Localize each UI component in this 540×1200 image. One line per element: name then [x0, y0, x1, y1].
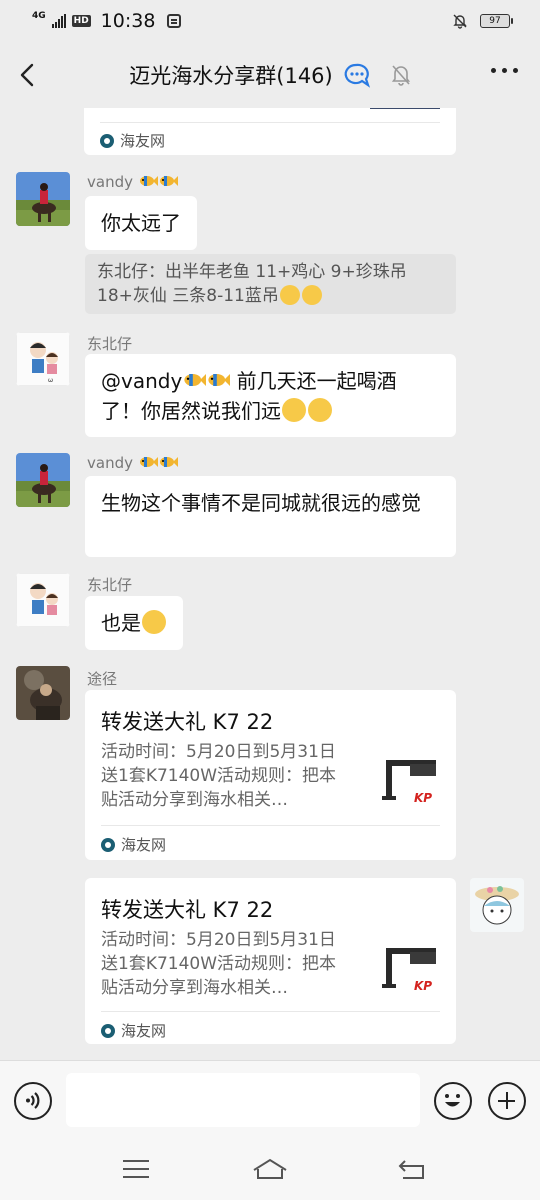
- message-bubble[interactable]: 也是: [85, 596, 183, 650]
- quoted-message[interactable]: 东北仔：出半年老鱼 11+鸡心 9+珍珠吊 18+灰仙 三条8-11蓝吊: [85, 254, 456, 314]
- sender-dongbeizai: 东北仔: [87, 576, 133, 594]
- message-line: @vandy 前几天还一起喝酒: [101, 366, 440, 396]
- laughing-tears-emoji-icon: [142, 610, 166, 634]
- lamp-product-thumbnail: KP: [376, 752, 442, 818]
- bell-off-status-icon: [453, 14, 467, 29]
- chat-messages[interactable]: 海友网 vandy 你太远了 东北仔：出半年老鱼 11+鸡心 9+珍珠吊 18+…: [0, 108, 540, 1060]
- sender-name: vandy: [87, 173, 178, 191]
- sender-dongbeizai: 东北仔: [87, 335, 133, 353]
- fish-emoji-icon: [139, 457, 158, 467]
- thinking-emoji-icon: [282, 398, 306, 422]
- message-text: 生物这个事情不是同城就很远的感觉: [101, 491, 421, 515]
- battery-level: 97: [489, 16, 501, 26]
- avatar-vandy[interactable]: [16, 172, 70, 226]
- source-logo-icon: [101, 1023, 115, 1038]
- sender-tujing: 途径: [87, 670, 118, 688]
- status-bar: 4G HD 10:38 97: [0, 0, 540, 42]
- chat-title: 迈光海水分享群(146): [129, 64, 333, 88]
- svg-text:ω: ω: [48, 377, 53, 384]
- avatar-self[interactable]: [470, 878, 524, 932]
- link-card-partial[interactable]: 海友网: [84, 108, 456, 155]
- card-source-label: 海友网: [120, 132, 166, 150]
- fish-emoji-icon: [159, 457, 178, 467]
- thinking-emoji-icon: [308, 398, 332, 422]
- mention: @vandy: [101, 369, 183, 393]
- lamp-product-thumbnail: KP: [376, 940, 442, 1006]
- message-text: 前几天还一起喝酒: [230, 369, 397, 393]
- fish-emoji-icon: [208, 374, 231, 386]
- svg-text:KP: KP: [414, 791, 432, 805]
- message-text: 了！你居然说我们远: [101, 399, 281, 423]
- card-source-label: 海友网: [121, 1022, 167, 1040]
- status-right: 97: [452, 13, 513, 29]
- home-nav-icon[interactable]: [252, 1156, 288, 1182]
- network-type: 4G: [32, 10, 46, 21]
- title-icons: [343, 62, 411, 88]
- notification-message-icon: [167, 14, 182, 28]
- source-logo-icon: [100, 133, 114, 148]
- message-bubble[interactable]: @vandy 前几天还一起喝酒 了！你居然说我们远: [85, 354, 456, 437]
- group-chat-icon[interactable]: [343, 62, 373, 88]
- grin-emoji-icon: [301, 285, 322, 305]
- card-thumb-partial: [370, 108, 440, 109]
- battery-icon: 97: [480, 14, 513, 28]
- message-bubble[interactable]: 你太远了: [85, 196, 197, 250]
- message-line: 了！你居然说我们远: [101, 396, 440, 426]
- signal-icon: [51, 14, 66, 28]
- card-description: 活动时间：5月20日到5月31日送1套K7140W活动规则：把本贴活动分享到海水…: [101, 742, 337, 810]
- avatar-dongbeizai[interactable]: [16, 573, 70, 627]
- link-card[interactable]: 转发送大礼 K7 22 活动时间：5月20日到5月31日送1套K7140W活动规…: [85, 690, 456, 860]
- plus-icon[interactable]: [488, 1082, 526, 1120]
- sender-vandy: vandy: [87, 454, 133, 472]
- quote-line-2: 18+灰仙 三条8-11蓝吊: [97, 284, 444, 308]
- emoji-icon[interactable]: [434, 1082, 472, 1120]
- quote-line: 东北仔：出半年老鱼 11+鸡心 9+珍珠吊: [97, 262, 407, 282]
- system-nav-bar: [0, 1140, 540, 1200]
- status-time: 10:38: [100, 10, 156, 32]
- fish-emoji-icon: [139, 176, 158, 186]
- card-divider: [100, 122, 440, 123]
- grin-emoji-icon: [279, 285, 300, 305]
- back-nav-icon[interactable]: [397, 1156, 427, 1182]
- message-text: 也是: [101, 611, 141, 635]
- card-source: 海友网: [101, 1020, 166, 1041]
- card-divider: [101, 1011, 440, 1012]
- sender-name: vandy: [87, 454, 178, 472]
- message-bubble[interactable]: 生物这个事情不是同城就很远的感觉: [85, 476, 456, 557]
- sender-vandy: vandy: [87, 173, 133, 191]
- status-left: 4G HD 10:38: [32, 10, 182, 32]
- card-title: 转发送大礼 K7 22: [101, 710, 274, 734]
- chat-header: 迈光海水分享群(146): [0, 42, 540, 108]
- link-card-self[interactable]: 转发送大礼 K7 22 活动时间：5月20日到5月31日送1套K7140W活动规…: [85, 878, 456, 1044]
- chevron-left-icon[interactable]: [14, 59, 46, 91]
- fish-emoji-icon: [159, 176, 178, 186]
- card-source: 海友网: [101, 834, 166, 855]
- avatar-dongbeizai[interactable]: ω: [16, 332, 70, 386]
- card-description: 活动时间：5月20日到5月31日送1套K7140W活动规则：把本贴活动分享到海水…: [101, 930, 337, 998]
- message-text: 你太远了: [101, 211, 181, 235]
- input-bar: [0, 1060, 540, 1140]
- voice-icon[interactable]: [14, 1082, 52, 1120]
- avatar-vandy[interactable]: [16, 453, 70, 507]
- card-source-label: 海友网: [121, 836, 167, 854]
- quote-line-2-text: 18+灰仙 三条8-11蓝吊: [97, 286, 279, 306]
- card-source: 海友网: [100, 130, 165, 151]
- bell-off-icon[interactable]: [391, 64, 411, 86]
- fish-emoji-icon: [184, 374, 207, 386]
- more-dots-icon[interactable]: [491, 68, 518, 73]
- menu-nav-icon[interactable]: [121, 1156, 151, 1182]
- card-title: 转发送大礼 K7 22: [101, 898, 274, 922]
- svg-text:KP: KP: [414, 979, 432, 993]
- hd-badge: HD: [71, 15, 91, 27]
- source-logo-icon: [101, 837, 115, 852]
- message-input[interactable]: [66, 1073, 420, 1127]
- avatar-tujing[interactable]: [16, 666, 70, 720]
- card-divider: [101, 825, 440, 826]
